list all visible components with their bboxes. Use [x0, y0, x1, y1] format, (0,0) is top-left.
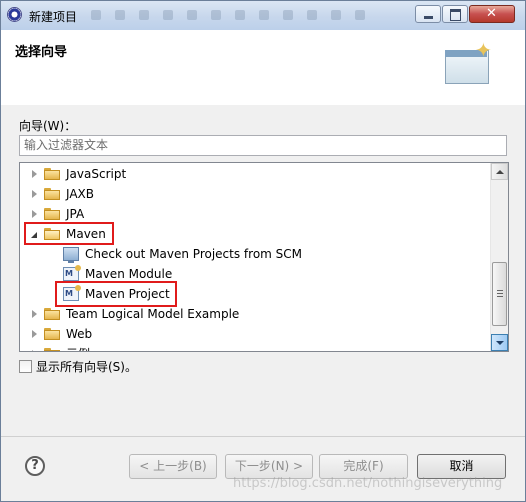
wizard-tree: JavaScript JAXB JPA Maven Check out Mave…	[19, 162, 509, 352]
tree-item-label: Check out Maven Projects from SCM	[85, 247, 303, 261]
tree-item-jpa[interactable]: JPA	[20, 204, 490, 224]
tree-item-examples[interactable]: 示例	[20, 344, 490, 351]
expand-arrow-icon[interactable]	[32, 350, 37, 351]
maven-module-icon: M	[63, 265, 81, 281]
wizard-header: 选择向导 ✦	[1, 30, 525, 105]
tree-item-label: Team Logical Model Example	[66, 307, 240, 321]
tree-item-label: JavaScript	[66, 167, 127, 181]
scm-checkout-icon	[63, 247, 79, 263]
page-title: 选择向导	[15, 45, 68, 60]
tree-item-label: JAXB	[66, 187, 94, 201]
tree-vertical-scrollbar[interactable]	[490, 163, 508, 351]
folder-icon	[44, 168, 60, 180]
new-wizard-banner-icon: ✦	[445, 38, 493, 88]
scroll-down-button[interactable]	[491, 334, 508, 351]
wizard-filter-label: 向导(W)：	[19, 119, 77, 133]
expand-arrow-icon[interactable]	[32, 210, 37, 218]
tree-item-checkout-maven-scm[interactable]: Check out Maven Projects from SCM	[20, 244, 490, 264]
title-bar[interactable]: 新建项目 ✕	[1, 1, 525, 30]
expand-arrow-icon[interactable]	[32, 310, 37, 318]
expand-arrow-icon[interactable]	[32, 190, 37, 198]
background-toolbar-ghost	[91, 6, 371, 24]
arrow-down-icon	[496, 341, 504, 345]
tree-item-label: 示例	[66, 344, 90, 351]
tree-item-jaxb[interactable]: JAXB	[20, 184, 490, 204]
expand-arrow-icon[interactable]	[32, 170, 37, 178]
folder-icon	[44, 188, 60, 200]
close-button[interactable]: ✕	[469, 5, 515, 23]
arrow-up-icon	[496, 170, 504, 174]
eclipse-icon	[7, 7, 22, 22]
watermark: https://blog.csdn.net/nothingiseverythin…	[233, 476, 503, 491]
tree-item-label: JPA	[66, 207, 85, 221]
window-title: 新建项目	[29, 10, 78, 24]
show-all-wizards-checkbox[interactable]	[19, 360, 32, 373]
maven-highlight-box	[24, 222, 114, 245]
folder-icon	[44, 308, 60, 320]
scroll-up-button[interactable]	[491, 163, 508, 180]
expand-arrow-icon[interactable]	[32, 330, 37, 338]
minimize-button[interactable]	[415, 5, 441, 23]
grip-icon	[497, 290, 503, 298]
maximize-button[interactable]	[442, 5, 468, 23]
tree-item-web[interactable]: Web	[20, 324, 490, 344]
close-icon: ✕	[486, 6, 497, 21]
footer-divider	[1, 436, 525, 437]
header-divider	[1, 104, 525, 105]
show-all-wizards-label: 显示所有向导(S)。	[36, 360, 137, 374]
tree-item-javascript[interactable]: JavaScript	[20, 164, 490, 184]
new-project-dialog: 新建项目 ✕ 选择向导 ✦ 向导(W)： 输入过滤器文本 JavaScript …	[0, 0, 526, 502]
tree-item-team-logical-model[interactable]: Team Logical Model Example	[20, 304, 490, 324]
scroll-thumb[interactable]	[492, 262, 507, 326]
folder-icon	[44, 348, 60, 351]
back-button[interactable]: < 上一步(B)	[129, 454, 217, 479]
wizard-filter-input[interactable]: 输入过滤器文本	[19, 135, 507, 156]
folder-icon	[44, 208, 60, 220]
help-button[interactable]: ?	[25, 456, 45, 476]
tree-item-label: Web	[66, 327, 93, 341]
folder-icon	[44, 328, 60, 340]
